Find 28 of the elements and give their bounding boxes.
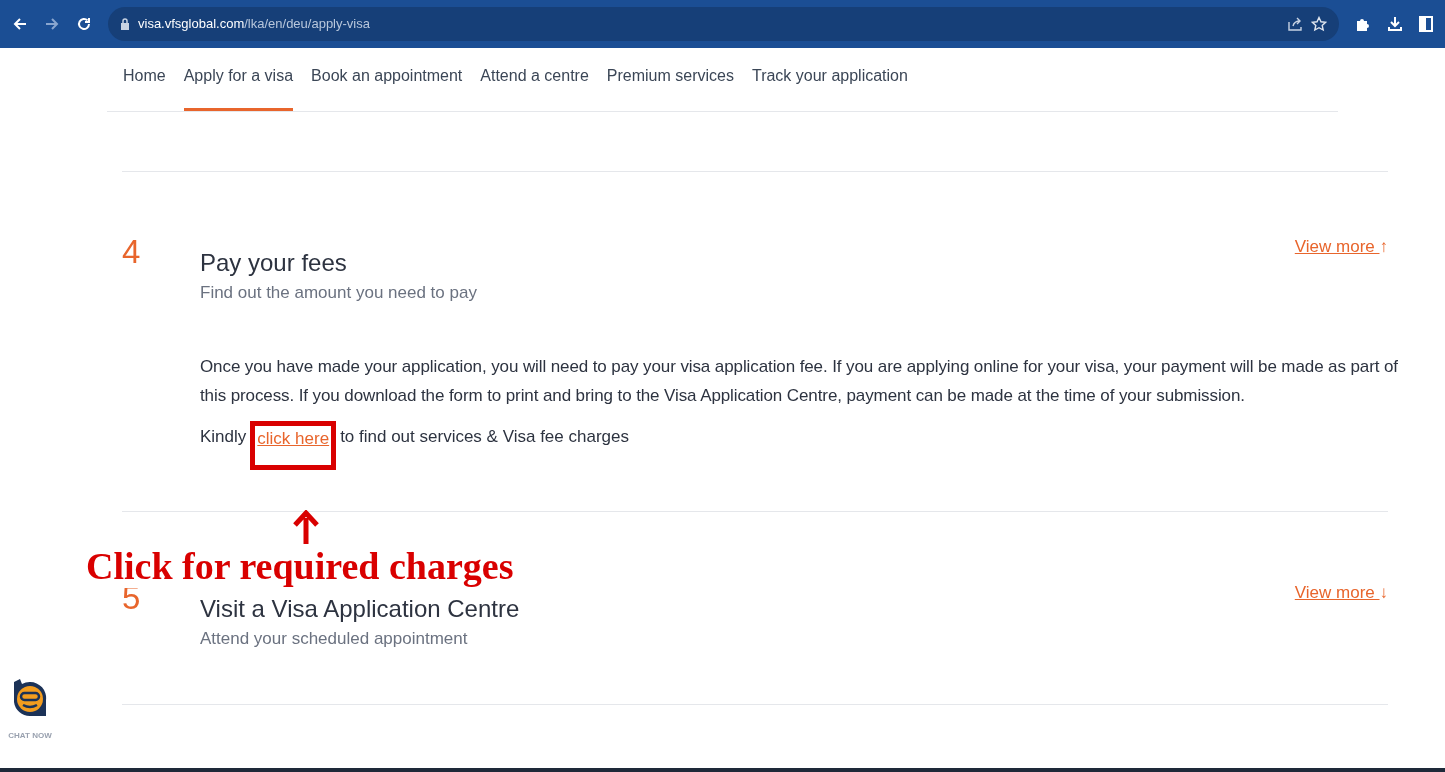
address-bar[interactable]: visa.vfsglobal.com/lka/en/deu/apply-visa (108, 7, 1339, 41)
fee-sentence-start: Kindly (200, 426, 247, 448)
nav-tab[interactable]: Home (123, 64, 166, 111)
chatbot-icon[interactable] (12, 678, 48, 718)
annotation-arrow (293, 510, 319, 544)
forward-icon[interactable] (44, 16, 60, 32)
back-icon[interactable] (12, 16, 28, 32)
step-title: Visit a Visa Application Centre (200, 594, 521, 624)
step-subtitle: Find out the amount you need to pay (200, 282, 478, 304)
view-more-link[interactable]: View more ↓ (1294, 580, 1388, 606)
step-subtitle: Attend your scheduled appointment (200, 628, 469, 650)
body-paragraph: Once you have made your application, you will need to pay your visa application fee. If you are applying online for your visa, your payment will be made as part of this process. If you download the form to print and bring to the Visa Application Centre, payment can be made at the time of your submission. (200, 355, 1399, 407)
nav-tab[interactable]: Book an appointment (311, 64, 463, 111)
fee-sentence-end: to find out services & Visa fee charges (340, 426, 629, 448)
reload-icon[interactable] (76, 16, 92, 32)
download-icon[interactable] (1387, 16, 1403, 32)
star-icon[interactable] (1311, 16, 1327, 32)
url-text: visa.vfsglobal.com/lka/en/deu/apply-visa (138, 15, 370, 34)
nav-tab[interactable]: Premium services (606, 64, 734, 111)
nav-tab[interactable]: Track your application (751, 64, 908, 111)
side-panel-icon[interactable] (1419, 16, 1433, 32)
nav-tab[interactable]: Attend a centre (480, 64, 589, 111)
share-icon[interactable] (1287, 16, 1303, 32)
step-title: Pay your fees (200, 248, 348, 278)
nav-tab[interactable]: Apply for a visa (183, 64, 294, 111)
lock-icon (120, 18, 130, 30)
step-number: 4 (122, 234, 142, 272)
puzzle-icon[interactable] (1355, 16, 1371, 32)
